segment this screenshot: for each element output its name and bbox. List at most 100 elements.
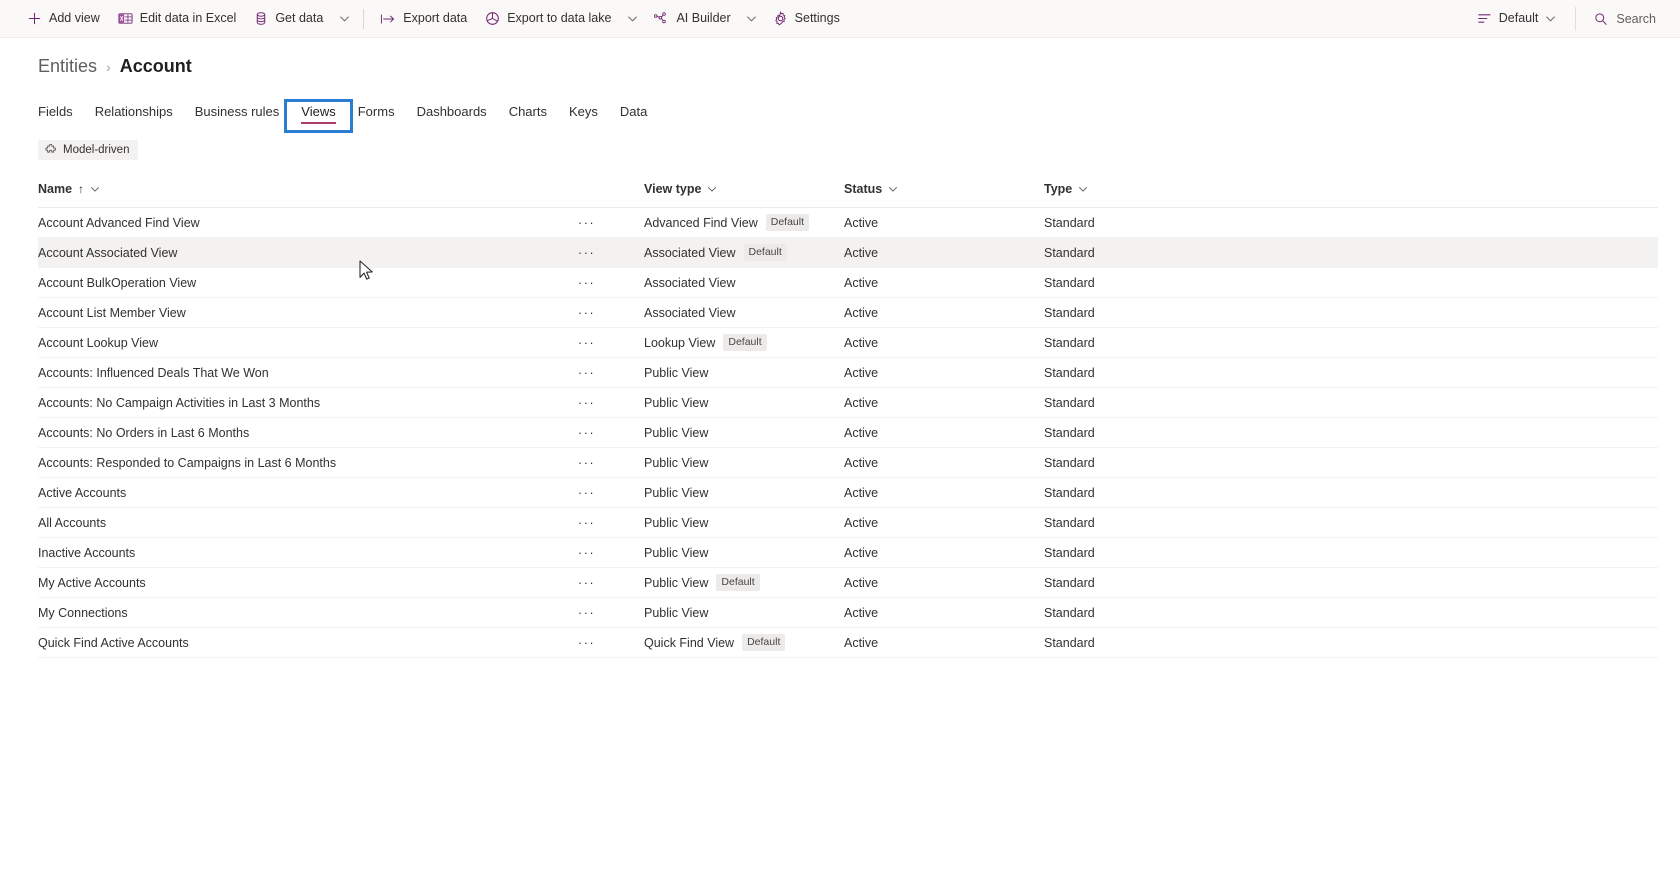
page-content: Entities › Account Fields Relationships … — [0, 56, 1680, 658]
table-row[interactable]: All Accounts ··· Public View Active Standard — [38, 507, 1658, 538]
views-table-header: Name ↑ View type Status Type — [38, 182, 1658, 208]
row-overflow-menu-button[interactable]: ··· — [578, 477, 614, 508]
table-row[interactable]: Account BulkOperation View ··· Associated … — [38, 267, 1658, 298]
cell-view-type-label: Public View — [644, 575, 709, 590]
edit-data-in-excel-button[interactable]: Edit data in Excel — [109, 4, 246, 34]
search-box[interactable]: Search — [1582, 4, 1666, 34]
tab-relationships[interactable]: Relationships — [84, 105, 184, 127]
cell-status: Active — [844, 327, 1044, 358]
table-row[interactable]: Inactive Accounts ··· Public View Active Sta… — [38, 537, 1658, 568]
row-overflow-menu-button[interactable]: ··· — [578, 237, 614, 268]
cell-view-type: Quick Find View Default — [644, 627, 844, 658]
cell-view-type-label: Public View — [644, 515, 709, 530]
ai-builder-button[interactable]: AI Builder — [644, 4, 739, 34]
command-bar: Add view Edit data in Excel Get data Exp… — [0, 0, 1680, 38]
get-data-chevron-down-icon[interactable] — [332, 4, 356, 34]
tab-forms[interactable]: Forms — [347, 105, 406, 127]
export-to-data-lake-button[interactable]: Export to data lake — [476, 4, 620, 34]
cell-name: Accounts: Influenced Deals That We Won — [38, 357, 578, 388]
cell-name: Account Associated View — [38, 237, 578, 268]
excel-icon — [118, 11, 133, 26]
datalake-icon — [485, 11, 500, 26]
row-overflow-menu-button[interactable]: ··· — [578, 357, 614, 388]
column-header-status[interactable]: Status — [844, 182, 1044, 208]
table-row[interactable]: My Connections ··· Public View Active Standa… — [38, 597, 1658, 628]
column-header-gap-spacer — [614, 182, 644, 208]
add-view-button[interactable]: Add view — [18, 4, 109, 34]
settings-button[interactable]: Settings — [764, 4, 849, 34]
cell-view-type-label: Public View — [644, 455, 709, 470]
table-row[interactable]: Account List Member View ··· Associated Vi… — [38, 297, 1658, 328]
row-overflow-menu-button[interactable]: ··· — [578, 627, 614, 658]
column-header-name[interactable]: Name ↑ — [38, 182, 578, 208]
table-row[interactable]: Account Lookup View ··· Lookup View Default… — [38, 327, 1658, 358]
filter-chip-model-driven[interactable]: Model-driven — [38, 140, 139, 160]
cell-view-type-label: Lookup View — [644, 335, 716, 350]
column-header-overflow-spacer — [578, 182, 614, 208]
cell-status: Active — [844, 387, 1044, 418]
tab-charts[interactable]: Charts — [498, 105, 558, 127]
export-to-data-lake-chevron-down-icon[interactable] — [620, 4, 644, 34]
cell-view-type-label: Public View — [644, 485, 709, 500]
cell-type: Standard — [1044, 447, 1658, 478]
view-selector-button[interactable]: Default — [1468, 4, 1566, 34]
gear-icon — [773, 11, 788, 26]
row-overflow-menu-button[interactable]: ··· — [578, 597, 614, 628]
column-header-type[interactable]: Type — [1044, 182, 1658, 208]
cell-view-type-label: Associated View — [644, 245, 736, 260]
column-header-status-chevron-down-icon[interactable] — [888, 184, 898, 194]
cell-view-type: Associated View — [644, 297, 844, 328]
ai-builder-chevron-down-icon[interactable] — [740, 4, 764, 34]
row-overflow-menu-button[interactable]: ··· — [578, 387, 614, 418]
cell-spacer — [614, 387, 644, 418]
tab-views[interactable]: Views — [284, 99, 353, 133]
tab-relationships-label: Relationships — [94, 104, 173, 119]
tab-dashboards[interactable]: Dashboards — [406, 105, 498, 127]
cell-type: Standard — [1044, 567, 1658, 598]
tab-keys[interactable]: Keys — [558, 105, 609, 127]
tab-fields[interactable]: Fields — [38, 105, 84, 127]
tab-business-rules[interactable]: Business rules — [184, 105, 291, 127]
cell-status: Active — [844, 267, 1044, 298]
row-overflow-menu-button[interactable]: ··· — [578, 207, 614, 238]
row-overflow-menu-button[interactable]: ··· — [578, 537, 614, 568]
tab-charts-label: Charts — [508, 104, 547, 119]
table-row[interactable]: Accounts: Responded to Campaigns in Last… — [38, 447, 1658, 478]
row-overflow-menu-button[interactable]: ··· — [578, 447, 614, 478]
table-row[interactable]: Accounts: No Orders in Last 6 Months ··· P… — [38, 417, 1658, 448]
row-overflow-menu-button[interactable]: ··· — [578, 417, 614, 448]
table-row[interactable]: Active Accounts ··· Public View Active Stand… — [38, 477, 1658, 508]
row-overflow-menu-button[interactable]: ··· — [578, 327, 614, 358]
table-row[interactable]: Accounts: No Campaign Activities in Last… — [38, 387, 1658, 418]
column-header-name-chevron-down-icon[interactable] — [90, 184, 100, 194]
row-overflow-menu-button[interactable]: ··· — [578, 567, 614, 598]
cell-view-type: Associated View — [644, 267, 844, 298]
cell-type: Standard — [1044, 537, 1658, 568]
cell-type: Standard — [1044, 507, 1658, 538]
table-row[interactable]: Account Associated View ··· Associated Vie… — [38, 237, 1658, 268]
tab-keys-label: Keys — [568, 104, 598, 119]
cell-type: Standard — [1044, 267, 1658, 298]
column-header-type-label: Type — [1044, 182, 1073, 196]
table-row[interactable]: Accounts: Influenced Deals That We Won ··… — [38, 357, 1658, 388]
row-overflow-menu-button[interactable]: ··· — [578, 267, 614, 298]
get-data-label: Get data — [275, 11, 324, 26]
search-icon — [1594, 12, 1608, 26]
export-to-data-lake-label: Export to data lake — [507, 11, 612, 26]
tab-data[interactable]: Data — [609, 105, 658, 127]
table-row[interactable]: My Active Accounts ··· Public View Default A… — [38, 567, 1658, 598]
breadcrumb-entities-link[interactable]: Entities — [38, 56, 97, 77]
column-header-view-type[interactable]: View type — [644, 182, 844, 208]
cell-status: Active — [844, 567, 1044, 598]
cell-status: Active — [844, 507, 1044, 538]
cell-spacer — [614, 477, 644, 508]
table-row[interactable]: Account Advanced Find View ··· Advanced Fi… — [38, 207, 1658, 238]
views-table-container: Name ↑ View type Status Type Account Adv… — [38, 182, 1658, 658]
export-data-button[interactable]: Export data — [371, 4, 476, 34]
table-row[interactable]: Quick Find Active Accounts ··· Quick Find … — [38, 627, 1658, 658]
column-header-type-chevron-down-icon[interactable] — [1078, 184, 1088, 194]
row-overflow-menu-button[interactable]: ··· — [578, 507, 614, 538]
row-overflow-menu-button[interactable]: ··· — [578, 297, 614, 328]
column-header-view-type-chevron-down-icon[interactable] — [707, 184, 717, 194]
get-data-button[interactable]: Get data — [245, 4, 332, 34]
